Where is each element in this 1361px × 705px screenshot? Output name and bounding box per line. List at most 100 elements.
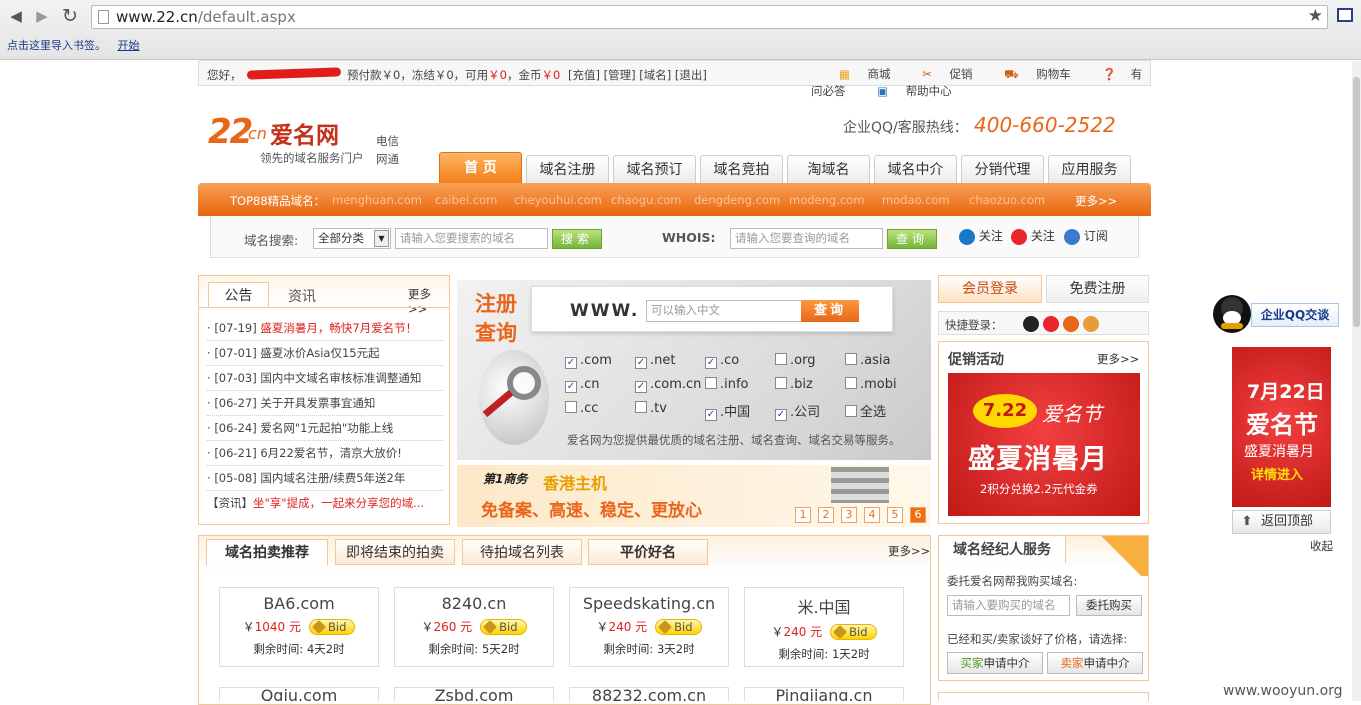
address-bar[interactable]: www.22.cn/default.aspx ★ <box>91 5 1328 29</box>
ext-checkbox[interactable]: .cc <box>565 401 598 416</box>
taobao-login-icon[interactable] <box>1063 316 1079 332</box>
news-item[interactable]: 【资讯】坐"享"提成，一起来分享您的域... <box>207 491 443 516</box>
tab-affordable-names[interactable]: 平价好名 <box>588 539 708 565</box>
search-button[interactable]: 搜索 <box>552 229 602 249</box>
select-all-checkbox[interactable]: 全选 <box>845 401 886 420</box>
ext-checkbox[interactable]: ✓ .cn <box>565 377 600 393</box>
notice-item[interactable]: · [07-03] 国内中文域名审核标准调整通知 <box>207 366 443 391</box>
top88-domain[interactable]: caibei.com <box>435 193 497 207</box>
weibo-login-icon[interactable] <box>1043 316 1059 332</box>
login-button[interactable]: 会员登录 <box>938 275 1042 303</box>
forward-icon[interactable]: ▶ <box>32 6 52 26</box>
ext-checkbox[interactable]: ✓ .中国 <box>705 401 750 421</box>
auction-card[interactable]: 8240.cn ￥260 元 Bid 剩余时间: 5天2时 <box>394 587 554 667</box>
buyer-apply-button[interactable]: 买家申请中介 <box>947 652 1043 674</box>
notice-item[interactable]: · [07-19] 盛夏消暑月，畅快7月爱名节！ <box>207 316 443 341</box>
tab-auction-ending[interactable]: 即将结束的拍卖 <box>335 539 455 565</box>
menu-icon[interactable] <box>1337 8 1353 22</box>
ext-checkbox[interactable]: ✓ .co <box>705 353 739 369</box>
bid-button[interactable]: Bid <box>308 619 356 635</box>
auction-card[interactable]: Speedskating.cn ￥240 元 Bid 剩余时间: 3天2时 <box>569 587 729 667</box>
tab-home[interactable]: 首 页 <box>439 152 522 183</box>
tab-domain-auction[interactable]: 域名竞拍 <box>700 155 783 183</box>
cart-link[interactable]: ⛟ 购物车 <box>990 67 1071 81</box>
star-icon[interactable]: ★ <box>1308 6 1323 26</box>
tab-notice[interactable]: 公告 <box>208 282 269 308</box>
free-register-button[interactable]: 免费注册 <box>1046 275 1149 303</box>
bid-button[interactable]: Bid <box>830 624 877 640</box>
back-icon[interactable]: ◀ <box>6 6 26 26</box>
tab-domain-register[interactable]: 域名注册 <box>526 155 609 183</box>
top88-domain[interactable]: modao.com <box>882 193 950 207</box>
notice-item[interactable]: · [06-21] 6月22爱名节，清京大放价! <box>207 441 443 466</box>
auction-card[interactable]: 88232.com.cn <box>569 687 729 701</box>
auction-card[interactable]: Qqiu.com <box>219 687 379 701</box>
auction-card[interactable]: Zsbd.com <box>394 687 554 701</box>
bookmark-start-link[interactable]: 开始 <box>118 39 140 52</box>
bid-button[interactable]: Bid <box>655 619 702 635</box>
top88-domain[interactable]: menghuan.com <box>332 193 422 207</box>
hosting-banner[interactable]: 第1商务 香港主机 免备案、高速、稳定、更放心 <box>457 465 931 527</box>
ext-checkbox[interactable]: .biz <box>775 377 813 392</box>
tab-news[interactable]: 资讯 <box>288 286 316 306</box>
notice-item[interactable]: · [06-27] 关于开具发票事宜通知 <box>207 391 443 416</box>
promo-more-link[interactable]: 更多>> <box>1097 351 1139 367</box>
banner-page-2[interactable]: 2 <box>818 507 834 523</box>
tab-domain-reserve[interactable]: 域名预订 <box>613 155 696 183</box>
banner-page-3[interactable]: 3 <box>841 507 857 523</box>
seller-apply-button[interactable]: 卖家申请中介 <box>1047 652 1143 674</box>
top88-domain[interactable]: chaogu.com <box>611 193 682 207</box>
qq-chat-widget[interactable]: 企业QQ交谈 <box>1213 293 1339 335</box>
auction-more-link[interactable]: 更多>> <box>888 543 930 559</box>
mall-link[interactable]: ▦ 商城 <box>825 67 891 81</box>
banner-page-5[interactable]: 5 <box>887 507 903 523</box>
help-link[interactable]: ▣ 帮助中心 <box>863 84 952 98</box>
collapse-link[interactable]: 收起 <box>1310 538 1333 554</box>
weibo-follow-link[interactable]: 关注 <box>1011 227 1055 245</box>
notice-item[interactable]: · [05-08] 国内域名注册/续费5年送2年 <box>207 466 443 491</box>
ext-checkbox[interactable]: ✓ .公司 <box>775 401 820 421</box>
ext-checkbox[interactable]: .tv <box>635 401 667 416</box>
broker-domain-input[interactable]: 请输入要购买的域名 <box>947 595 1070 616</box>
broker-buy-button[interactable]: 委托购买 <box>1076 595 1142 616</box>
tab-tao-domain[interactable]: 淘域名 <box>787 155 870 183</box>
scrollbar[interactable] <box>1352 61 1361 701</box>
top88-domain[interactable]: modeng.com <box>789 193 864 207</box>
ext-checkbox[interactable]: .asia <box>845 353 890 368</box>
ext-checkbox[interactable]: .mobi <box>845 377 897 392</box>
notice-item[interactable]: · [07-01] 盛夏冰价Asia仅15元起 <box>207 341 443 366</box>
float-promo-banner[interactable]: 7月22日 爱名节 盛夏消暑月 详情进入 <box>1232 347 1331 507</box>
banner-page-1[interactable]: 1 <box>795 507 811 523</box>
auction-card[interactable]: BA6.com ￥1040 元 Bid 剩余时间: 4天2时 <box>219 587 379 667</box>
back-to-top-button[interactable]: ⬆ 返回顶部 <box>1232 510 1331 534</box>
qq-login-icon[interactable] <box>1023 316 1039 332</box>
whois-button[interactable]: 查询 <box>887 229 937 249</box>
register-query-button[interactable]: 查询 <box>801 300 859 322</box>
whois-input[interactable]: 请输入您要查询的域名 <box>730 228 883 249</box>
top88-domain[interactable]: chaozuo.com <box>969 193 1045 207</box>
ext-checkbox[interactable]: .info <box>705 377 749 392</box>
account-links[interactable]: [充值] [管理] [域名] [退出] <box>568 68 707 82</box>
subscribe-link[interactable]: 订阅 <box>1064 227 1108 245</box>
ext-checkbox[interactable]: ✓ .com <box>565 353 612 369</box>
auction-card[interactable]: 米.中国 ￥240 元 Bid 剩余时间: 1天2时 <box>744 587 904 667</box>
reload-icon[interactable]: ↻ <box>60 6 80 26</box>
tab-auction-pending[interactable]: 待拍域名列表 <box>462 539 582 565</box>
tab-auction-recommend[interactable]: 域名拍卖推荐 <box>206 539 328 566</box>
banner-page-4[interactable]: 4 <box>864 507 880 523</box>
promo-banner[interactable]: 7.22 爱名节 盛夏消暑月 2积分兑换2.2元代金券 <box>948 373 1140 516</box>
tab-reseller[interactable]: 分销代理 <box>961 155 1044 183</box>
tab-app-services[interactable]: 应用服务 <box>1048 155 1131 183</box>
ext-checkbox[interactable]: ✓ .com.cn <box>635 377 701 393</box>
register-domain-input[interactable]: 可以输入中文 <box>646 300 802 322</box>
category-select[interactable]: 全部分类 ▼ <box>313 228 391 249</box>
top88-more-link[interactable]: 更多>> <box>1075 193 1117 209</box>
bid-button[interactable]: Bid <box>480 619 527 635</box>
auction-card[interactable]: Pingjiang.cn <box>744 687 904 701</box>
promo-link[interactable]: ✂ 促销 <box>908 67 972 81</box>
top88-domain[interactable]: cheyouhui.com <box>514 193 602 207</box>
tab-domain-broker[interactable]: 域名中介 <box>874 155 957 183</box>
alipay-login-icon[interactable] <box>1083 316 1099 332</box>
notice-more-link[interactable]: 更多>> <box>408 286 449 316</box>
search-input[interactable]: 请输入您要搜索的域名 <box>395 228 548 249</box>
